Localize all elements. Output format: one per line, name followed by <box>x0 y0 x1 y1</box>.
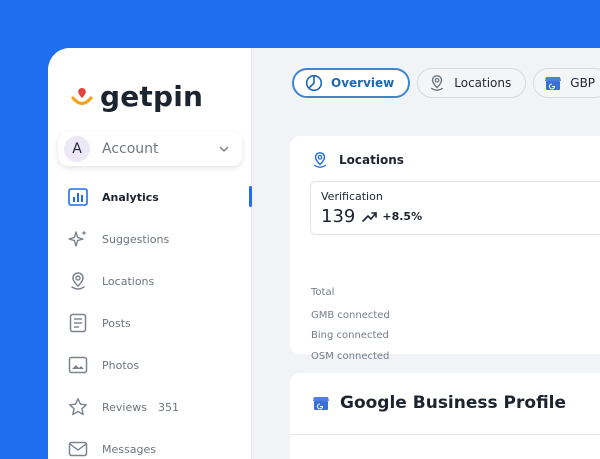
tab-gbp[interactable]: GBP <box>533 68 600 98</box>
google-business-profile-card: Google Business Profile <box>290 373 600 459</box>
reviews-count-badge: 351 <box>157 400 179 414</box>
app-window: getpin A Account Analytics Suggestions L… <box>48 48 600 459</box>
locations-card: Locations Verification 139 +8.5% Total G… <box>290 136 600 362</box>
brand-name: getpin <box>100 80 204 113</box>
sparkle-icon <box>67 228 89 250</box>
view-tabs: Overview Locations GBP <box>292 68 600 98</box>
active-indicator <box>249 186 252 207</box>
pie-chart-icon <box>305 74 323 92</box>
stat-gmb-label: GMB connected <box>311 310 390 321</box>
gbp-card-header: Google Business Profile <box>312 393 566 413</box>
sidebar: getpin A Account Analytics Suggestions L… <box>48 48 252 459</box>
map-pin-icon <box>311 151 329 169</box>
sidebar-item-label: Reviews <box>102 400 147 414</box>
metric-delta: +8.5% <box>382 210 423 223</box>
avatar: A <box>64 136 90 162</box>
sidebar-item-analytics[interactable]: Analytics <box>48 176 252 218</box>
sidebar-item-locations[interactable]: Locations <box>48 260 251 302</box>
trend-up-icon <box>362 211 378 223</box>
sidebar-item-label: Posts <box>102 316 131 330</box>
mail-icon <box>67 438 89 459</box>
map-pin-icon <box>428 74 446 92</box>
divider <box>290 434 600 435</box>
tab-label: GBP <box>570 76 596 90</box>
sidebar-item-photos[interactable]: Photos <box>48 344 251 386</box>
sidebar-nav: Analytics Suggestions Locations Posts Ph… <box>48 176 252 459</box>
metric-label: Verification <box>321 190 383 203</box>
sidebar-item-label: Locations <box>102 274 155 288</box>
account-selector[interactable]: A Account <box>58 132 242 166</box>
sidebar-item-suggestions[interactable]: Suggestions <box>48 218 251 260</box>
sidebar-item-label: Photos <box>102 358 140 372</box>
locations-card-header: Locations <box>311 151 404 169</box>
metric-value: 139 <box>321 206 356 227</box>
tab-label: Overview <box>331 76 395 90</box>
star-icon <box>67 396 89 418</box>
sidebar-item-label: Suggestions <box>102 232 170 246</box>
chevron-down-icon <box>218 143 230 155</box>
verification-metric[interactable]: Verification 139 +8.5% <box>310 181 600 235</box>
getpin-logo-icon <box>70 84 94 110</box>
tab-locations[interactable]: Locations <box>417 68 527 98</box>
sidebar-item-reviews[interactable]: Reviews 351 <box>48 386 251 428</box>
card-title: Locations <box>339 153 404 167</box>
card-title: Google Business Profile <box>340 393 567 413</box>
account-label: Account <box>102 141 159 157</box>
image-icon <box>67 354 89 376</box>
map-pin-icon <box>67 270 89 292</box>
google-business-icon <box>312 394 330 412</box>
sidebar-item-label: Messages <box>102 442 156 456</box>
document-icon <box>67 312 89 334</box>
tab-label: Locations <box>454 76 512 90</box>
stat-total-label: Total <box>311 287 335 298</box>
store-icon <box>544 74 562 92</box>
sidebar-item-label: Analytics <box>102 190 159 204</box>
bar-chart-icon <box>67 186 89 208</box>
stat-osm-label: OSM connected <box>311 351 390 362</box>
tab-overview[interactable]: Overview <box>292 68 411 98</box>
stat-bing-label: Bing connected <box>311 330 389 341</box>
metric-row: 139 +8.5% <box>321 206 422 227</box>
brand-logo[interactable]: getpin <box>70 80 203 113</box>
sidebar-item-posts[interactable]: Posts <box>48 302 251 344</box>
sidebar-item-messages[interactable]: Messages <box>48 428 251 459</box>
